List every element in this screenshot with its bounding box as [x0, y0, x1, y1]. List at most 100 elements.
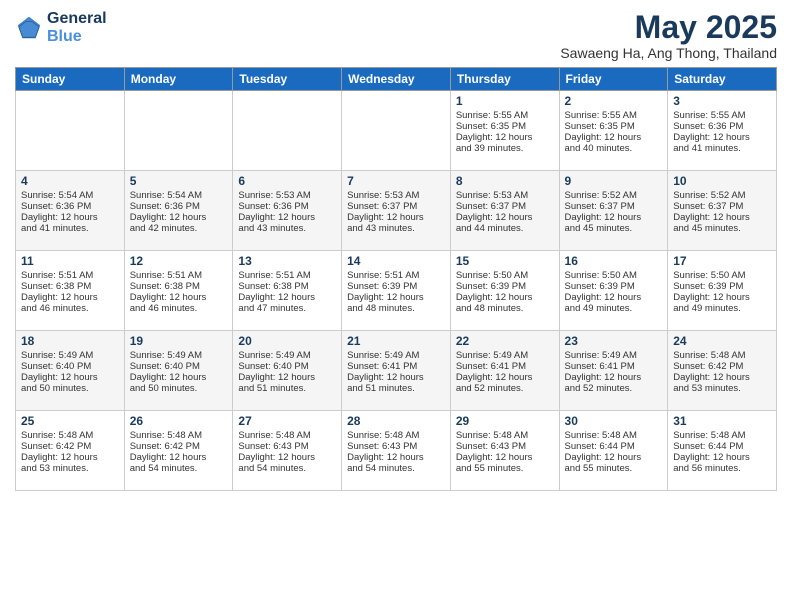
cell-text: Sunrise: 5:51 AM	[21, 270, 119, 281]
cell-text: and 43 minutes.	[347, 223, 445, 234]
calendar-cell: 8Sunrise: 5:53 AMSunset: 6:37 PMDaylight…	[450, 171, 559, 251]
calendar-cell: 7Sunrise: 5:53 AMSunset: 6:37 PMDaylight…	[342, 171, 451, 251]
cell-text: Daylight: 12 hours	[238, 452, 336, 463]
cell-text: Daylight: 12 hours	[130, 452, 228, 463]
cell-text: Sunrise: 5:53 AM	[238, 190, 336, 201]
cell-text: and 50 minutes.	[21, 383, 119, 394]
col-saturday: Saturday	[668, 68, 777, 91]
cell-text: Daylight: 12 hours	[456, 452, 554, 463]
week-row-3: 11Sunrise: 5:51 AMSunset: 6:38 PMDayligh…	[16, 251, 777, 331]
cell-text: Sunrise: 5:48 AM	[238, 430, 336, 441]
cell-text: Daylight: 12 hours	[673, 452, 771, 463]
cell-text: Sunset: 6:39 PM	[347, 281, 445, 292]
cell-text: Daylight: 12 hours	[347, 292, 445, 303]
cell-text: Sunrise: 5:55 AM	[456, 110, 554, 121]
cell-text: Daylight: 12 hours	[673, 132, 771, 143]
cell-text: and 48 minutes.	[347, 303, 445, 314]
cell-text: Daylight: 12 hours	[238, 212, 336, 223]
calendar-cell	[16, 91, 125, 171]
cell-text: Daylight: 12 hours	[347, 212, 445, 223]
cell-text: and 52 minutes.	[456, 383, 554, 394]
day-number: 14	[347, 254, 445, 268]
cell-text: Sunrise: 5:48 AM	[130, 430, 228, 441]
cell-text: Sunset: 6:42 PM	[673, 361, 771, 372]
cell-text: Sunrise: 5:48 AM	[21, 430, 119, 441]
cell-text: and 41 minutes.	[21, 223, 119, 234]
calendar-cell: 19Sunrise: 5:49 AMSunset: 6:40 PMDayligh…	[124, 331, 233, 411]
cell-text: Sunset: 6:37 PM	[456, 201, 554, 212]
cell-text: Daylight: 12 hours	[347, 452, 445, 463]
cell-text: Sunrise: 5:50 AM	[673, 270, 771, 281]
day-number: 28	[347, 414, 445, 428]
calendar-cell: 22Sunrise: 5:49 AMSunset: 6:41 PMDayligh…	[450, 331, 559, 411]
cell-text: Sunrise: 5:49 AM	[347, 350, 445, 361]
calendar-cell: 27Sunrise: 5:48 AMSunset: 6:43 PMDayligh…	[233, 411, 342, 491]
cell-text: and 42 minutes.	[130, 223, 228, 234]
calendar-cell: 29Sunrise: 5:48 AMSunset: 6:43 PMDayligh…	[450, 411, 559, 491]
cell-text: Sunset: 6:44 PM	[565, 441, 663, 452]
calendar-cell	[342, 91, 451, 171]
cell-text: and 54 minutes.	[130, 463, 228, 474]
cell-text: Sunset: 6:44 PM	[673, 441, 771, 452]
calendar-cell: 20Sunrise: 5:49 AMSunset: 6:40 PMDayligh…	[233, 331, 342, 411]
day-number: 16	[565, 254, 663, 268]
cell-text: Sunrise: 5:53 AM	[347, 190, 445, 201]
day-number: 4	[21, 174, 119, 188]
cell-text: Sunset: 6:36 PM	[673, 121, 771, 132]
cell-text: Sunrise: 5:55 AM	[673, 110, 771, 121]
day-number: 29	[456, 414, 554, 428]
cell-text: Sunrise: 5:49 AM	[238, 350, 336, 361]
cell-text: Sunrise: 5:55 AM	[565, 110, 663, 121]
col-wednesday: Wednesday	[342, 68, 451, 91]
cell-text: Sunrise: 5:51 AM	[347, 270, 445, 281]
day-number: 21	[347, 334, 445, 348]
cell-text: Sunrise: 5:49 AM	[21, 350, 119, 361]
day-number: 24	[673, 334, 771, 348]
cell-text: Sunrise: 5:49 AM	[130, 350, 228, 361]
cell-text: Sunset: 6:36 PM	[21, 201, 119, 212]
day-number: 9	[565, 174, 663, 188]
location: Sawaeng Ha, Ang Thong, Thailand	[560, 45, 777, 61]
week-row-4: 18Sunrise: 5:49 AMSunset: 6:40 PMDayligh…	[16, 331, 777, 411]
calendar-cell: 23Sunrise: 5:49 AMSunset: 6:41 PMDayligh…	[559, 331, 668, 411]
cell-text: and 54 minutes.	[347, 463, 445, 474]
calendar-cell: 13Sunrise: 5:51 AMSunset: 6:38 PMDayligh…	[233, 251, 342, 331]
cell-text: and 55 minutes.	[456, 463, 554, 474]
page: General Blue May 2025 Sawaeng Ha, Ang Th…	[0, 0, 792, 612]
calendar-cell: 6Sunrise: 5:53 AMSunset: 6:36 PMDaylight…	[233, 171, 342, 251]
calendar-cell	[124, 91, 233, 171]
cell-text: and 54 minutes.	[238, 463, 336, 474]
cell-text: Daylight: 12 hours	[565, 212, 663, 223]
calendar-cell: 28Sunrise: 5:48 AMSunset: 6:43 PMDayligh…	[342, 411, 451, 491]
cell-text: Sunrise: 5:48 AM	[456, 430, 554, 441]
cell-text: Daylight: 12 hours	[673, 212, 771, 223]
cell-text: Sunset: 6:41 PM	[456, 361, 554, 372]
cell-text: Sunset: 6:39 PM	[673, 281, 771, 292]
cell-text: Sunset: 6:40 PM	[238, 361, 336, 372]
cell-text: and 52 minutes.	[565, 383, 663, 394]
calendar-cell: 25Sunrise: 5:48 AMSunset: 6:42 PMDayligh…	[16, 411, 125, 491]
calendar-cell: 12Sunrise: 5:51 AMSunset: 6:38 PMDayligh…	[124, 251, 233, 331]
cell-text: Sunset: 6:41 PM	[565, 361, 663, 372]
logo-text: General Blue	[47, 10, 107, 45]
cell-text: Sunset: 6:35 PM	[456, 121, 554, 132]
cell-text: and 53 minutes.	[673, 383, 771, 394]
cell-text: and 43 minutes.	[238, 223, 336, 234]
cell-text: Sunset: 6:43 PM	[347, 441, 445, 452]
calendar-cell: 2Sunrise: 5:55 AMSunset: 6:35 PMDaylight…	[559, 91, 668, 171]
day-number: 17	[673, 254, 771, 268]
cell-text: and 39 minutes.	[456, 143, 554, 154]
header: General Blue May 2025 Sawaeng Ha, Ang Th…	[15, 10, 777, 61]
calendar-cell: 24Sunrise: 5:48 AMSunset: 6:42 PMDayligh…	[668, 331, 777, 411]
cell-text: Daylight: 12 hours	[21, 372, 119, 383]
logo-blue: Blue	[47, 28, 107, 46]
col-monday: Monday	[124, 68, 233, 91]
cell-text: Daylight: 12 hours	[673, 292, 771, 303]
cell-text: Daylight: 12 hours	[673, 372, 771, 383]
day-number: 5	[130, 174, 228, 188]
cell-text: and 51 minutes.	[238, 383, 336, 394]
day-number: 2	[565, 94, 663, 108]
logo-general: General	[47, 10, 107, 28]
cell-text: Daylight: 12 hours	[456, 212, 554, 223]
cell-text: Daylight: 12 hours	[456, 372, 554, 383]
